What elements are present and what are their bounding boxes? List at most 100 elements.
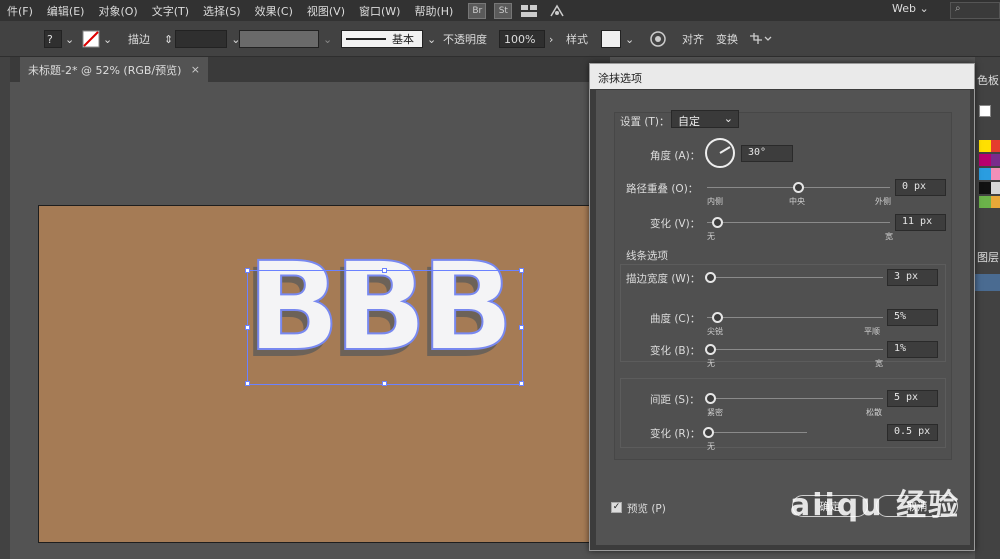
curviness-field[interactable]: 5%	[887, 309, 938, 326]
spacing-max-label: 松散	[866, 408, 882, 417]
swatch-blue[interactable]	[979, 168, 991, 180]
angle-dial[interactable]	[705, 138, 735, 168]
bridge-button[interactable]: Br	[468, 2, 487, 19]
settings-label: 设置 (T)：	[620, 116, 670, 128]
swatch-red[interactable]	[991, 140, 1000, 152]
resize-handle[interactable]	[519, 268, 524, 273]
close-icon[interactable]: ×	[191, 63, 200, 76]
resize-handle[interactable]	[245, 325, 250, 330]
selection-bounding-box	[247, 270, 523, 385]
preview-label[interactable]: 预览 (P)	[627, 501, 666, 516]
stroke-width-track	[707, 277, 883, 278]
path-overlap-slider[interactable]	[793, 182, 804, 193]
variation-r-field[interactable]: 0.5 px	[887, 424, 938, 441]
spacing-field[interactable]: 5 px	[887, 390, 938, 407]
isolate-icon[interactable]	[748, 30, 772, 48]
menu-window[interactable]: 窗口(W)	[352, 3, 407, 19]
resize-handle[interactable]	[245, 381, 250, 386]
variation-v-field[interactable]: 11 px	[895, 214, 946, 231]
swatch-magenta[interactable]	[979, 154, 991, 166]
workspace-switcher[interactable]: Web ⌄	[892, 2, 929, 15]
variation-b-max-label: 宽	[875, 359, 883, 368]
arrange-documents-icon[interactable]	[520, 4, 538, 18]
curviness-track	[707, 317, 883, 318]
settings-select[interactable]: 自定 ⌄	[671, 110, 739, 128]
menu-help[interactable]: 帮助(H)	[407, 3, 460, 19]
variable-width-select[interactable]: ⌄	[239, 30, 332, 48]
brush-definition-select[interactable]: 基本 ⌄	[341, 30, 436, 48]
variation-r-min-label: 无	[707, 442, 715, 451]
swatches-panel-tab[interactable]: 色板	[977, 72, 999, 88]
spacing-min-label: 紧密	[707, 408, 723, 417]
curviness-label: 曲度 (C)：	[650, 313, 701, 325]
document-tab[interactable]: 未标题-2* @ 52% (RGB/预览) ×	[20, 57, 208, 82]
dialog-title[interactable]: 涂抹选项	[590, 64, 974, 89]
layers-panel-tab[interactable]: 图层	[977, 249, 999, 265]
spacing-track	[707, 398, 883, 399]
variation-b-min-label: 无	[707, 359, 715, 368]
graphic-style-swatch[interactable]: ⌄	[601, 30, 634, 48]
path-overlap-center-label: 中央	[789, 197, 805, 206]
scribble-options-dialog: 涂抹选项 设置 (T)： 自定 ⌄ 角度 (A)： 30° 路径重叠 (O)： 0…	[589, 63, 975, 551]
opacity-field[interactable]: 100% ›	[499, 30, 553, 48]
path-overlap-field[interactable]: 0 px	[895, 179, 946, 196]
search-input[interactable]: ⌕	[950, 2, 1000, 19]
swatch-black[interactable]	[979, 182, 991, 194]
stroke-width-slider[interactable]	[705, 272, 716, 283]
swatch-gray[interactable]	[991, 182, 1000, 194]
preview-checkbox[interactable]: ✓	[611, 502, 622, 513]
swatch-pink[interactable]	[991, 168, 1000, 180]
menu-type[interactable]: 文字(T)	[145, 3, 196, 19]
menu-select[interactable]: 选择(S)	[196, 3, 248, 19]
path-overlap-inside-label: 内侧	[707, 197, 723, 206]
curviness-min-label: 尖锐	[707, 327, 723, 336]
menu-effect[interactable]: 效果(C)	[248, 3, 300, 19]
document-tab-title: 未标题-2* @ 52% (RGB/预览)	[28, 63, 182, 77]
fill-swatch[interactable]: ? ⌄	[44, 30, 74, 48]
align-button[interactable]: 对齐	[682, 30, 704, 48]
swatch-green[interactable]	[979, 196, 991, 208]
path-overlap-outside-label: 外侧	[875, 197, 891, 206]
tools-panel[interactable]	[0, 57, 10, 559]
angle-field[interactable]: 30°	[741, 145, 793, 162]
menu-object[interactable]: 对象(O)	[91, 3, 144, 19]
recolor-icon[interactable]	[650, 30, 666, 48]
control-bar: ? ⌄ ⌄ 描边 ⇕ ⌄ ⌄ 基本 ⌄ 不透明度 100% › 样式 ⌄ 对齐 变换	[0, 21, 1000, 57]
menu-edit[interactable]: 编辑(E)	[40, 3, 92, 19]
stroke-swatch[interactable]: ⌄	[82, 30, 112, 48]
menu-file[interactable]: 件(F)	[0, 3, 40, 19]
no-stroke-icon	[82, 30, 100, 48]
stroke-weight-stepper[interactable]: ⇕ ⌄	[164, 30, 240, 48]
transform-button[interactable]: 变换	[716, 30, 738, 48]
resize-handle[interactable]	[519, 381, 524, 386]
variation-b-field[interactable]: 1%	[887, 341, 938, 358]
curviness-slider[interactable]	[712, 312, 723, 323]
variation-r-slider[interactable]	[703, 427, 714, 438]
variation-b-label: 变化 (B)：	[650, 345, 701, 357]
swatch-orange[interactable]	[991, 196, 1000, 208]
menu-bar: 件(F) 编辑(E) 对象(O) 文字(T) 选择(S) 效果(C) 视图(V)…	[0, 0, 1000, 21]
variation-r-track	[707, 432, 807, 433]
resize-handle[interactable]	[245, 268, 250, 273]
stroke-width-field[interactable]: 3 px	[887, 269, 938, 286]
resize-handle[interactable]	[382, 268, 387, 273]
swatch-purple[interactable]	[991, 154, 1000, 166]
variation-r-label: 变化 (R)：	[650, 428, 701, 440]
menu-view[interactable]: 视图(V)	[300, 3, 352, 19]
layer-row-selected[interactable]	[975, 274, 1000, 291]
opacity-label[interactable]: 不透明度	[443, 30, 487, 48]
resize-handle[interactable]	[382, 381, 387, 386]
stock-button[interactable]: St	[494, 2, 513, 19]
path-overlap-label: 路径重叠 (O)：	[626, 183, 699, 195]
spacing-slider[interactable]	[705, 393, 716, 404]
variation-v-min-label: 无	[707, 232, 715, 241]
swatch-none[interactable]	[979, 105, 991, 117]
stroke-label: 描边	[128, 33, 150, 46]
variation-b-slider[interactable]	[705, 344, 716, 355]
variation-v-slider[interactable]	[712, 217, 723, 228]
search-icon: ⌕	[955, 3, 961, 14]
swatch-yellow[interactable]	[979, 140, 991, 152]
curviness-max-label: 平顺	[864, 327, 880, 336]
gpu-performance-icon[interactable]	[548, 4, 566, 18]
resize-handle[interactable]	[519, 325, 524, 330]
